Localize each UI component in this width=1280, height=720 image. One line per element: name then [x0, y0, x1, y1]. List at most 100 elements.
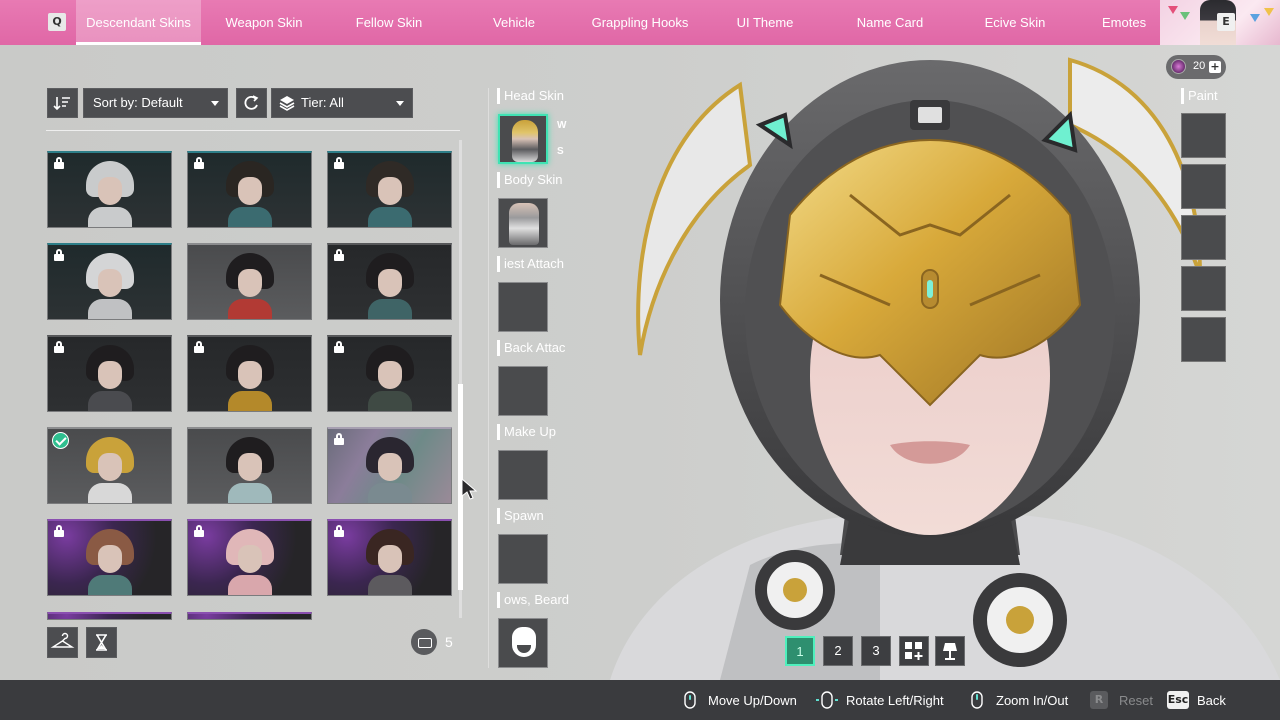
skin-card[interactable]: [47, 519, 172, 596]
chevron-down-icon: [211, 101, 219, 106]
portrait-body: [228, 207, 272, 227]
skin-portrait: [366, 161, 414, 227]
hanger-button[interactable]: [47, 627, 78, 658]
portrait-body: [88, 207, 132, 227]
portrait-face: [238, 545, 262, 573]
portrait-face: [98, 453, 122, 481]
slot-make-up[interactable]: [498, 450, 548, 500]
sort-dropdown[interactable]: Sort by: Default: [83, 88, 228, 118]
portrait-face: [378, 177, 402, 205]
lock-icon: [54, 249, 64, 261]
portrait-body: [228, 575, 272, 595]
character-preview[interactable]: [600, 45, 1280, 680]
skin-card[interactable]: [187, 427, 312, 504]
skin-card[interactable]: [47, 335, 172, 412]
tier-dropdown[interactable]: Tier: All: [271, 88, 413, 118]
portrait-body: [368, 299, 412, 319]
skin-portrait: [86, 161, 134, 227]
lock-icon: [54, 157, 64, 169]
paint-slot[interactable]: [1181, 215, 1226, 260]
tab-ecive-skin[interactable]: Ecive Skin: [956, 0, 1074, 45]
slot-label-paint: Paint: [1181, 88, 1218, 104]
add-currency-button[interactable]: +: [1209, 61, 1221, 73]
back-key: Esc: [1167, 691, 1189, 709]
lighting-button[interactable]: [935, 636, 965, 666]
tab-vehicle[interactable]: Vehicle: [455, 0, 573, 45]
paint-slot[interactable]: [1181, 317, 1226, 362]
skin-card[interactable]: [47, 151, 172, 228]
tab-descendant-skins[interactable]: Descendant Skins: [76, 0, 201, 45]
skin-card[interactable]: [187, 243, 312, 320]
skin-card[interactable]: [327, 243, 452, 320]
preset-2-button[interactable]: 2: [823, 636, 853, 666]
skin-card[interactable]: [187, 335, 312, 412]
scroll-zoom-icon: [971, 691, 983, 709]
portrait-body: [88, 299, 132, 319]
preset-1-button[interactable]: 1: [785, 636, 815, 666]
add-preset-button[interactable]: [899, 636, 929, 666]
tab-ui-theme[interactable]: UI Theme: [706, 0, 824, 45]
portrait-body: [228, 391, 272, 411]
bunting-flag: [1264, 8, 1274, 16]
slot-label-make-up: Make Up: [497, 424, 583, 440]
preset-3-button[interactable]: 3: [861, 636, 891, 666]
mouse-cursor-icon: [461, 478, 478, 500]
slot-label-body-skin: Body Skin: [497, 172, 583, 188]
paint-slot[interactable]: [1181, 164, 1226, 209]
skin-card-partial[interactable]: [47, 612, 172, 620]
hourglass-icon: [96, 634, 107, 651]
hourglass-button[interactable]: [86, 627, 117, 658]
skin-card[interactable]: [327, 519, 452, 596]
grid-add-icon: [905, 642, 923, 660]
tier-dropdown-label: Tier: All: [301, 95, 344, 110]
equipped-check-icon: [52, 432, 69, 449]
skin-card[interactable]: [187, 151, 312, 228]
tab-weapon-skin[interactable]: Weapon Skin: [205, 0, 323, 45]
skin-portrait: [86, 345, 134, 411]
skin-card[interactable]: [327, 151, 452, 228]
slot-spawn[interactable]: [498, 534, 548, 584]
tab-grappling-hooks[interactable]: Grappling Hooks: [580, 0, 700, 45]
skin-card[interactable]: [47, 243, 172, 320]
skin-card[interactable]: [327, 427, 452, 504]
next-tab-key[interactable]: E: [1217, 13, 1235, 31]
mouse-drag-icon: [816, 691, 838, 709]
sort-order-button[interactable]: [47, 88, 78, 118]
skin-portrait: [366, 529, 414, 595]
slot-label-head-skin: Head Skin: [497, 88, 583, 104]
refresh-button[interactable]: [236, 88, 267, 118]
bunting-flag: [1168, 6, 1178, 14]
paint-slot[interactable]: [1181, 113, 1226, 158]
lamp-icon: [943, 643, 957, 660]
lock-icon: [334, 249, 344, 261]
skin-portrait: [86, 253, 134, 319]
prev-tab-key[interactable]: Q: [48, 13, 66, 31]
tab-name-card[interactable]: Name Card: [831, 0, 949, 45]
slot-back-attachment[interactable]: [498, 366, 548, 416]
portrait-body: [228, 299, 272, 319]
control-hints-bar: Move Up/Down Rotate Left/Right Zoom In/O…: [0, 680, 1280, 720]
portrait-face: [98, 361, 122, 389]
portrait-face: [378, 453, 402, 481]
sort-order-icon: [53, 97, 70, 111]
hint-zoom: Zoom In/Out: [996, 693, 1069, 708]
hanger-icon: [50, 632, 75, 648]
currency-display[interactable]: 20 +: [1166, 55, 1226, 79]
portrait-body: [368, 207, 412, 227]
skin-card-partial[interactable]: [187, 612, 312, 620]
skin-card[interactable]: [47, 427, 172, 504]
portrait-body: [368, 391, 412, 411]
slot-head-skin[interactable]: [498, 114, 548, 164]
refresh-icon: [244, 95, 259, 110]
slot-brows-beard[interactable]: [498, 618, 548, 668]
paint-slot[interactable]: [1181, 266, 1226, 311]
slot-body-skin[interactable]: [498, 198, 548, 248]
skin-card[interactable]: [327, 335, 452, 412]
back-button[interactable]: Back: [1197, 693, 1226, 708]
reset-button[interactable]: Reset: [1119, 693, 1153, 708]
lock-icon: [194, 341, 204, 353]
bunting-flag: [1180, 12, 1190, 20]
slot-chest-attachment[interactable]: [498, 282, 548, 332]
skin-card[interactable]: [187, 519, 312, 596]
tab-fellow-skin[interactable]: Fellow Skin: [330, 0, 448, 45]
